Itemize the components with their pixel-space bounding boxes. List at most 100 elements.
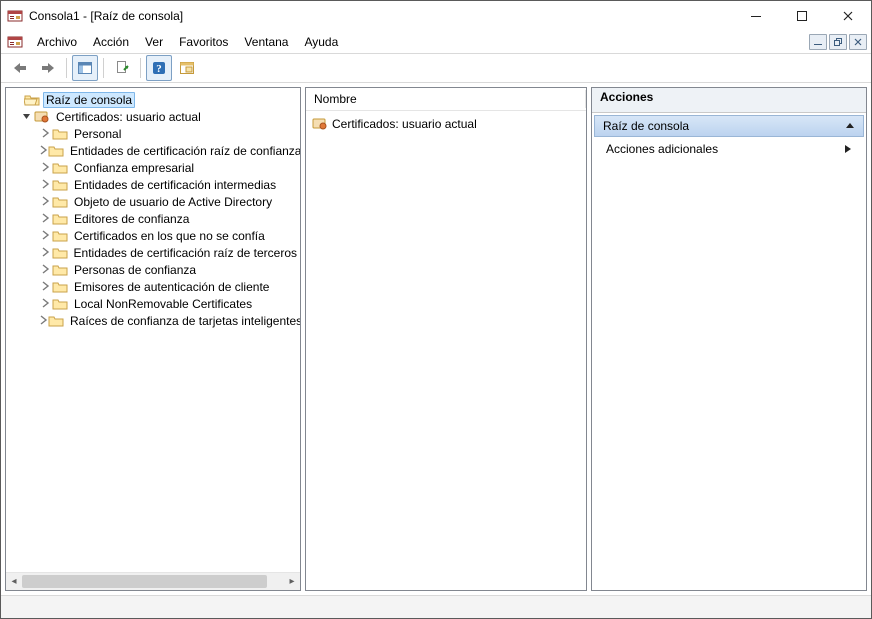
tree-folder-label: Local NonRemovable Certificates — [71, 296, 255, 312]
content-area: Raíz de consola Certificados: usuario ac… — [1, 83, 871, 595]
tree-root-label: Raíz de consola — [43, 92, 135, 108]
tree-certificates[interactable]: Certificados: usuario actual — [6, 108, 300, 125]
tree-folder[interactable]: Certificados en los que no se confía — [6, 227, 300, 244]
mdi-minimize-button[interactable] — [809, 34, 827, 50]
tree-folder-label: Editores de confianza — [71, 211, 192, 227]
actions-pane: Acciones Raíz de consola Acciones adicio… — [591, 87, 867, 591]
mdi-close-button[interactable] — [849, 34, 867, 50]
tree-folder[interactable]: Raíces de confianza de tarjetas intelige… — [6, 312, 300, 329]
back-button[interactable] — [7, 55, 33, 81]
folder-icon — [52, 229, 68, 243]
twisty-closed-icon[interactable] — [38, 196, 52, 206]
list-column-header[interactable]: Nombre — [306, 88, 586, 111]
folder-icon — [52, 127, 68, 141]
tree-folder[interactable]: Personas de confianza — [6, 261, 300, 278]
svg-text:?: ? — [156, 63, 162, 75]
tree-folder[interactable]: Editores de confianza — [6, 210, 300, 227]
collapse-section-icon[interactable] — [845, 121, 855, 131]
list-item[interactable]: Certificados: usuario actual — [312, 115, 580, 132]
folder-icon — [52, 212, 68, 226]
tree-folder[interactable]: Entidades de certificación raíz de confi… — [6, 142, 300, 159]
twisty-closed-icon[interactable] — [38, 145, 48, 155]
window-buttons — [733, 1, 871, 31]
menu-favoritos[interactable]: Favoritos — [171, 33, 236, 51]
tree-folder[interactable]: Entidades de certificación raíz de terce… — [6, 244, 300, 261]
tree-root[interactable]: Raíz de consola — [6, 91, 300, 108]
menu-ayuda[interactable]: Ayuda — [296, 33, 346, 51]
tree-folder-label: Confianza empresarial — [71, 160, 197, 176]
list-pane: Nombre Certificados: usuario actual — [305, 87, 587, 591]
column-nombre[interactable]: Nombre — [306, 90, 586, 108]
folder-icon — [48, 314, 64, 328]
actions-more-label: Acciones adicionales — [606, 142, 718, 156]
folder-icon — [52, 246, 68, 260]
app-icon — [7, 8, 23, 24]
scroll-right-icon[interactable]: ▸ — [284, 573, 300, 590]
minimize-button[interactable] — [733, 1, 779, 31]
mdi-restore-button[interactable] — [829, 34, 847, 50]
folder-icon — [52, 161, 68, 175]
submenu-arrow-icon — [844, 144, 852, 154]
tree-folder[interactable]: Emisores de autenticación de cliente — [6, 278, 300, 295]
twisty-closed-icon[interactable] — [38, 128, 52, 138]
toolbar: ? — [1, 54, 871, 83]
forward-button[interactable] — [35, 55, 61, 81]
twisty-closed-icon[interactable] — [38, 264, 52, 274]
menu-ver[interactable]: Ver — [137, 33, 171, 51]
tree-folder[interactable]: Personal — [6, 125, 300, 142]
folder-icon — [52, 280, 68, 294]
menu-ventana[interactable]: Ventana — [236, 33, 296, 51]
tree-folder-label: Certificados en los que no se confía — [71, 228, 268, 244]
twisty-closed-icon[interactable] — [38, 315, 48, 325]
window-titlebar: Consola1 - [Raíz de consola] — [1, 1, 871, 31]
twisty-closed-icon[interactable] — [38, 298, 52, 308]
certificate-store-icon — [34, 110, 50, 124]
twisty-open-icon[interactable] — [20, 111, 34, 121]
tree-folder-label: Entidades de certificación raíz de confi… — [67, 143, 300, 159]
twisty-closed-icon[interactable] — [38, 213, 52, 223]
actions-header: Acciones — [592, 88, 866, 113]
folder-icon — [52, 178, 68, 192]
scroll-thumb[interactable] — [22, 575, 267, 588]
tree-folder-label: Raíces de confianza de tarjetas intelige… — [67, 313, 300, 329]
tree-folder[interactable]: Objeto de usuario de Active Directory — [6, 193, 300, 210]
close-button[interactable] — [825, 1, 871, 31]
actions-section[interactable]: Raíz de consola — [594, 115, 864, 137]
twisty-closed-icon[interactable] — [38, 247, 52, 257]
tree-certificates-label: Certificados: usuario actual — [53, 109, 204, 125]
horizontal-scrollbar[interactable]: ◂ ▸ — [6, 572, 300, 590]
show-hide-tree-button[interactable] — [72, 55, 98, 81]
mdi-window-buttons — [809, 34, 871, 50]
tree-folder[interactable]: Local NonRemovable Certificates — [6, 295, 300, 312]
tree-pane: Raíz de consola Certificados: usuario ac… — [5, 87, 301, 591]
tree-folder-label: Personal — [71, 126, 124, 142]
scroll-left-icon[interactable]: ◂ — [6, 573, 22, 590]
export-button[interactable] — [109, 55, 135, 81]
menu-archivo[interactable]: Archivo — [29, 33, 85, 51]
list-body: Certificados: usuario actual — [306, 111, 586, 590]
tree-folder-label: Personas de confianza — [71, 262, 199, 278]
actions-more[interactable]: Acciones adicionales — [592, 139, 866, 159]
twisty-closed-icon[interactable] — [38, 179, 52, 189]
toolbar-separator — [66, 58, 67, 78]
help-button[interactable]: ? — [146, 55, 172, 81]
menu-accion[interactable]: Acción — [85, 33, 137, 51]
folder-open-icon — [24, 93, 40, 107]
new-window-button[interactable] — [174, 55, 200, 81]
tree-folder-label: Emisores de autenticación de cliente — [71, 279, 272, 295]
folder-icon — [48, 144, 64, 158]
toolbar-separator — [140, 58, 141, 78]
tree-folder-label: Entidades de certificación raíz de terce… — [71, 245, 300, 261]
twisty-closed-icon[interactable] — [38, 162, 52, 172]
tree-folder-label: Objeto de usuario de Active Directory — [71, 194, 275, 210]
twisty-closed-icon[interactable] — [38, 230, 52, 240]
certificate-store-icon — [312, 117, 328, 131]
tree-folder[interactable]: Entidades de certificación intermedias — [6, 176, 300, 193]
tree-folder[interactable]: Confianza empresarial — [6, 159, 300, 176]
folder-icon — [52, 195, 68, 209]
twisty-closed-icon[interactable] — [38, 281, 52, 291]
tree-body: Raíz de consola Certificados: usuario ac… — [6, 88, 300, 572]
maximize-button[interactable] — [779, 1, 825, 31]
document-icon — [7, 34, 23, 50]
window-title: Consola1 - [Raíz de consola] — [29, 9, 733, 23]
